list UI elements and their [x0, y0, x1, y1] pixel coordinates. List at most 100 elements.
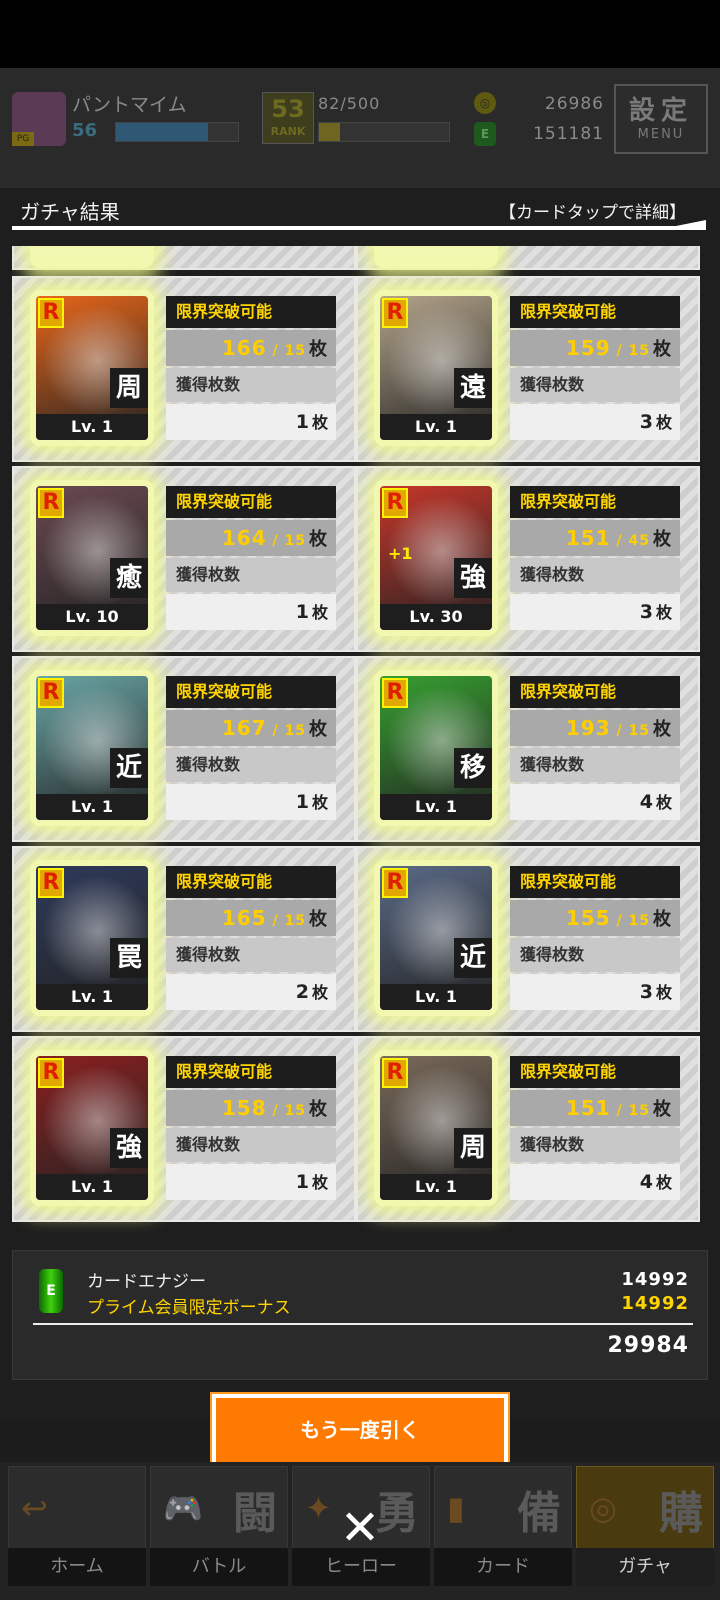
- card-thumbnail-frame: R 近 Lv. 1: [374, 860, 498, 1016]
- limit-count: 164 / 15 枚: [166, 520, 336, 556]
- limit-count: 167 / 15 枚: [166, 710, 336, 746]
- card-level: Lv. 1: [380, 414, 492, 440]
- card-level: Lv. 1: [36, 1174, 148, 1200]
- need-count: 15: [628, 1103, 650, 1119]
- nav-item[interactable]: 🎮 闘: [150, 1466, 288, 1560]
- energy-total: 29984: [607, 1333, 689, 1358]
- limit-break-label: 限界突破可能: [510, 866, 680, 898]
- have-count: 193: [565, 716, 611, 740]
- card-thumbnail-frame: R 周 Lv. 1: [30, 290, 154, 446]
- limit-count: 158 / 15 枚: [166, 1090, 336, 1126]
- result-card[interactable]: R 周 Lv. 1 限界突破可能 151 / 15 枚獲得枚数 4 枚: [356, 1036, 700, 1222]
- have-count: 166: [221, 336, 267, 360]
- nav-label[interactable]: バトル: [150, 1548, 288, 1586]
- card-art: R 周 Lv. 1: [380, 1056, 492, 1200]
- card-partial[interactable]: [12, 246, 356, 270]
- result-card[interactable]: R 癒 Lv. 10 限界突破可能 164 / 15 枚獲得枚数 1 枚: [12, 466, 356, 652]
- card-thumbnail-frame: R 罠 Lv. 1: [30, 860, 154, 1016]
- card-energy-summary: E カードエナジー プライム会員限定ボーナス 14992 14992 29984: [12, 1250, 708, 1380]
- card-class: 遠: [454, 368, 492, 408]
- limit-count: 165 / 15 枚: [166, 900, 336, 936]
- unit: 枚: [655, 1173, 672, 1192]
- card-class: 近: [454, 938, 492, 978]
- card-art: R 周 Lv. 1: [36, 296, 148, 440]
- nav-item[interactable]: ◎ 購: [576, 1466, 714, 1560]
- card-energy-icon: E: [39, 1269, 63, 1313]
- card-thumbnail-frame: R 周 Lv. 1: [374, 1050, 498, 1206]
- limit-count: 151 / 15 枚: [510, 1090, 680, 1126]
- unit: 枚: [311, 603, 328, 622]
- have-count: 151: [565, 526, 611, 550]
- nav-icon: 🎮: [163, 1489, 203, 1527]
- owned-label: 獲得枚数: [166, 368, 336, 402]
- player-name: パントマイム: [72, 94, 187, 116]
- card-level: Lv. 1: [380, 794, 492, 820]
- nav-icon: ↩: [21, 1489, 48, 1527]
- close-icon[interactable]: ✕: [336, 1504, 384, 1552]
- card-class: 癒: [110, 558, 148, 598]
- nav-kanji: 闘: [233, 1488, 277, 1539]
- card-list[interactable]: R 周 Lv. 1 限界突破可能 166 / 15 枚獲得枚数 1 枚 R 遠 Lv. 1 限界突破可…: [12, 246, 708, 1238]
- owned-label: 獲得枚数: [166, 1128, 336, 1162]
- owned-label: 獲得枚数: [166, 558, 336, 592]
- card-thumbnail-frame: R +1 強 Lv. 30: [374, 480, 498, 636]
- nav-label[interactable]: カード: [434, 1548, 572, 1586]
- rank-icon: 53 RANK: [262, 92, 314, 144]
- result-card[interactable]: R 移 Lv. 1 限界突破可能 193 / 15 枚獲得枚数 4 枚: [356, 656, 700, 842]
- nav-item[interactable]: ↩: [8, 1466, 146, 1560]
- player-level: 56: [72, 120, 98, 141]
- nav-label[interactable]: ホーム: [8, 1548, 146, 1586]
- limit-break-label: 限界突破可能: [166, 1056, 336, 1088]
- draw-again-button[interactable]: もう一度引く: [210, 1392, 510, 1468]
- result-card[interactable]: R 遠 Lv. 1 限界突破可能 159 / 15 枚獲得枚数 3 枚: [356, 276, 700, 462]
- result-card[interactable]: R 強 Lv. 1 限界突破可能 158 / 15 枚獲得枚数 1 枚: [12, 1036, 356, 1222]
- owned-value: 2: [295, 981, 309, 1003]
- nav-label[interactable]: ガチャ: [576, 1548, 714, 1586]
- need-count: 15: [284, 913, 306, 929]
- rarity-badge: R: [38, 488, 64, 518]
- result-card[interactable]: R 周 Lv. 1 限界突破可能 166 / 15 枚獲得枚数 1 枚: [12, 276, 356, 462]
- limit-break-label: 限界突破可能: [510, 296, 680, 328]
- limit-break-label: 限界突破可能: [166, 676, 336, 708]
- coin-icon: ◎: [474, 92, 496, 114]
- need-count: 45: [628, 533, 650, 549]
- card-class: 強: [454, 558, 492, 598]
- card-art: R +1 強 Lv. 30: [380, 486, 492, 630]
- limit-break-label: 限界突破可能: [166, 866, 336, 898]
- owned-value: 4: [639, 791, 653, 813]
- card-thumbnail-frame: R 移 Lv. 1: [374, 670, 498, 826]
- limit-count: 159 / 15 枚: [510, 330, 680, 366]
- energy-amount: 151181: [533, 124, 604, 144]
- result-card[interactable]: R +1 強 Lv. 30 限界突破可能 151 / 45 枚獲得枚数 3 枚: [356, 466, 700, 652]
- unit: 枚: [653, 529, 672, 550]
- owned-value: 1: [295, 791, 309, 813]
- card-art: R 近 Lv. 1: [36, 676, 148, 820]
- bonus-label: プライム会員限定ボーナス: [87, 1298, 291, 1318]
- menu-label: MENU: [637, 127, 685, 142]
- status-bar: [0, 0, 720, 68]
- result-card[interactable]: R 罠 Lv. 1 限界突破可能 165 / 15 枚獲得枚数 2 枚: [12, 846, 356, 1032]
- owned-count: 1枚: [166, 1164, 336, 1200]
- unit: 枚: [311, 1173, 328, 1192]
- need-count: 15: [284, 723, 306, 739]
- owned-label: 獲得枚数: [510, 938, 680, 972]
- unit: 枚: [309, 339, 328, 360]
- limit-break-label: 限界突破可能: [510, 676, 680, 708]
- result-card[interactable]: R 近 Lv. 1 限界突破可能 155 / 15 枚獲得枚数 3 枚: [356, 846, 700, 1032]
- settings-menu-button[interactable]: 設定 MENU: [614, 84, 708, 154]
- card-art: R 強 Lv. 1: [36, 1056, 148, 1200]
- result-card[interactable]: R 近 Lv. 1 限界突破可能 167 / 15 枚獲得枚数 1 枚: [12, 656, 356, 842]
- rarity-badge: R: [38, 1058, 64, 1088]
- card-partial[interactable]: [356, 246, 700, 270]
- rarity-badge: R: [382, 1058, 408, 1088]
- need-count: 15: [284, 343, 306, 359]
- gacha-result-screen: { "header": { "player_name": "パントマイム", "…: [0, 0, 720, 1600]
- nav-item[interactable]: ▮ 備: [434, 1466, 572, 1560]
- limit-break-label: 限界突破可能: [166, 486, 336, 518]
- unit: 枚: [655, 793, 672, 812]
- nav-icon: ▮: [447, 1489, 465, 1527]
- card-class: 周: [454, 1128, 492, 1168]
- rarity-badge: R: [38, 678, 64, 708]
- rank-exp: 82/500: [318, 94, 381, 113]
- nav-kanji: 購: [659, 1488, 703, 1539]
